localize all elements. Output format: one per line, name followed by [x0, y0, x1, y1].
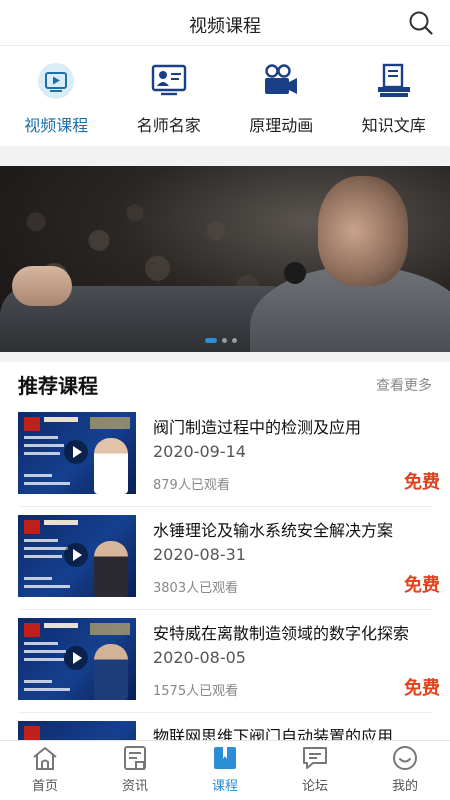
brand-logo [24, 520, 40, 534]
thumbnail-text-line [24, 547, 68, 550]
course-views: 1575人已观看 [153, 684, 239, 699]
category-label: 知识文库 [361, 116, 426, 135]
thumbnail-text-line [24, 452, 60, 455]
thumbnail-text-line [24, 680, 52, 683]
tab-forum[interactable]: 论坛 [270, 741, 360, 800]
tab-label: 资讯 [121, 779, 148, 794]
video-play-icon [35, 60, 77, 102]
brand-strip [44, 520, 78, 525]
row-divider [18, 609, 432, 610]
section-title: 推荐课程 [18, 374, 98, 398]
course-item[interactable]: 水锤理论及输水系统安全解决方案 2020-08-31 3803人已观看 免费 [0, 515, 450, 615]
category-row: 视频课程 名师名家 原理动画 知识文库 [0, 50, 450, 146]
thumbnail-text-line [24, 642, 58, 645]
tab-news[interactable]: 资讯 [90, 741, 180, 800]
carousel-dot[interactable] [232, 338, 237, 343]
row-divider [18, 506, 432, 507]
course-item[interactable]: 阀门制造过程中的检测及应用 2020-09-14 879人已观看 免费 [0, 412, 450, 512]
course-views: 879人已观看 [153, 478, 230, 493]
play-icon[interactable] [64, 543, 88, 567]
microphone-icon [284, 262, 306, 284]
tab-label: 我的 [391, 779, 418, 794]
banner-speaker-head [318, 176, 408, 286]
carousel-dot-active[interactable] [205, 338, 217, 343]
category-label: 视频课程 [24, 116, 89, 135]
carousel-dot[interactable] [222, 338, 227, 343]
play-icon[interactable] [64, 440, 88, 464]
play-icon[interactable] [64, 646, 88, 670]
section-divider [0, 146, 450, 166]
course-title: 水锤理论及输水系统安全解决方案 [153, 521, 394, 540]
page-title: 视频课程 [189, 16, 261, 37]
lecturer-photo [94, 541, 128, 597]
thumbnail-text-line [24, 474, 52, 477]
tab-label: 首页 [31, 779, 58, 794]
forum-chat-icon [301, 745, 329, 771]
course-thumbnail[interactable] [18, 618, 136, 700]
course-price: 免费 [404, 678, 440, 699]
banner-speaker-hand [12, 266, 72, 306]
category-label: 原理动画 [249, 116, 314, 135]
thumbnail-text-line [24, 688, 70, 691]
tab-profile[interactable]: 我的 [360, 741, 450, 800]
tab-label: 论坛 [301, 779, 328, 794]
brand-strip [44, 623, 78, 628]
banner-carousel[interactable] [0, 166, 450, 352]
course-date: 2020-09-14 [153, 442, 246, 461]
course-item[interactable]: 安特威在离散制造领域的数字化探索 2020-08-05 1575人已观看 免费 [0, 618, 450, 718]
course-thumbnail[interactable] [18, 515, 136, 597]
course-title: 安特威在离散制造领域的数字化探索 [153, 624, 410, 643]
row-divider [18, 712, 432, 713]
thumbnail-text-line [24, 436, 58, 439]
section-divider [0, 352, 450, 362]
course-date: 2020-08-31 [153, 545, 246, 564]
course-date: 2020-08-05 [153, 648, 246, 667]
course-views: 3803人已观看 [153, 581, 239, 596]
top-header: 视频课程 [0, 0, 450, 46]
course-title: 阀门制造过程中的检测及应用 [153, 418, 362, 437]
thumbnail-text-line [24, 539, 58, 542]
lecturer-photo [94, 438, 128, 494]
home-icon [31, 745, 59, 771]
carousel-indicator [205, 338, 237, 343]
profile-smile-icon [391, 745, 419, 771]
category-label: 名师名家 [136, 116, 201, 135]
thumbnail-text-line [24, 444, 64, 447]
course-price: 免费 [404, 472, 440, 493]
view-more-link[interactable]: 查看更多 [376, 375, 432, 395]
category-video-courses[interactable]: 视频课程 [0, 50, 113, 146]
category-famous-teachers[interactable]: 名师名家 [113, 50, 226, 146]
thumbnail-signature [90, 623, 130, 635]
book-stack-icon [373, 60, 415, 102]
course-price: 免费 [404, 575, 440, 596]
thumbnail-text-line [24, 585, 70, 588]
lecturer-photo [94, 644, 128, 700]
course-book-icon [211, 745, 239, 771]
tab-courses[interactable]: 课程 [180, 741, 270, 800]
bottom-tab-bar: 首页 资讯 课程 论坛 我的 [0, 740, 450, 800]
brand-logo [24, 623, 40, 637]
brand-logo [24, 417, 40, 431]
category-principle-animation[interactable]: 原理动画 [225, 50, 338, 146]
thumbnail-text-line [24, 555, 62, 558]
news-icon [121, 745, 149, 771]
brand-logo [24, 726, 40, 740]
brand-strip [44, 417, 78, 422]
tab-label: 课程 [211, 779, 238, 794]
thumbnail-text-line [24, 577, 52, 580]
category-knowledge-library[interactable]: 知识文库 [338, 50, 450, 146]
video-camera-icon [260, 60, 302, 102]
tab-home[interactable]: 首页 [0, 741, 90, 800]
thumbnail-text-line [24, 658, 64, 661]
teacher-board-icon [148, 60, 190, 102]
thumbnail-signature [90, 417, 130, 429]
course-thumbnail[interactable] [18, 412, 136, 494]
search-icon[interactable] [408, 10, 434, 36]
thumbnail-text-line [24, 482, 70, 485]
thumbnail-text-line [24, 650, 66, 653]
